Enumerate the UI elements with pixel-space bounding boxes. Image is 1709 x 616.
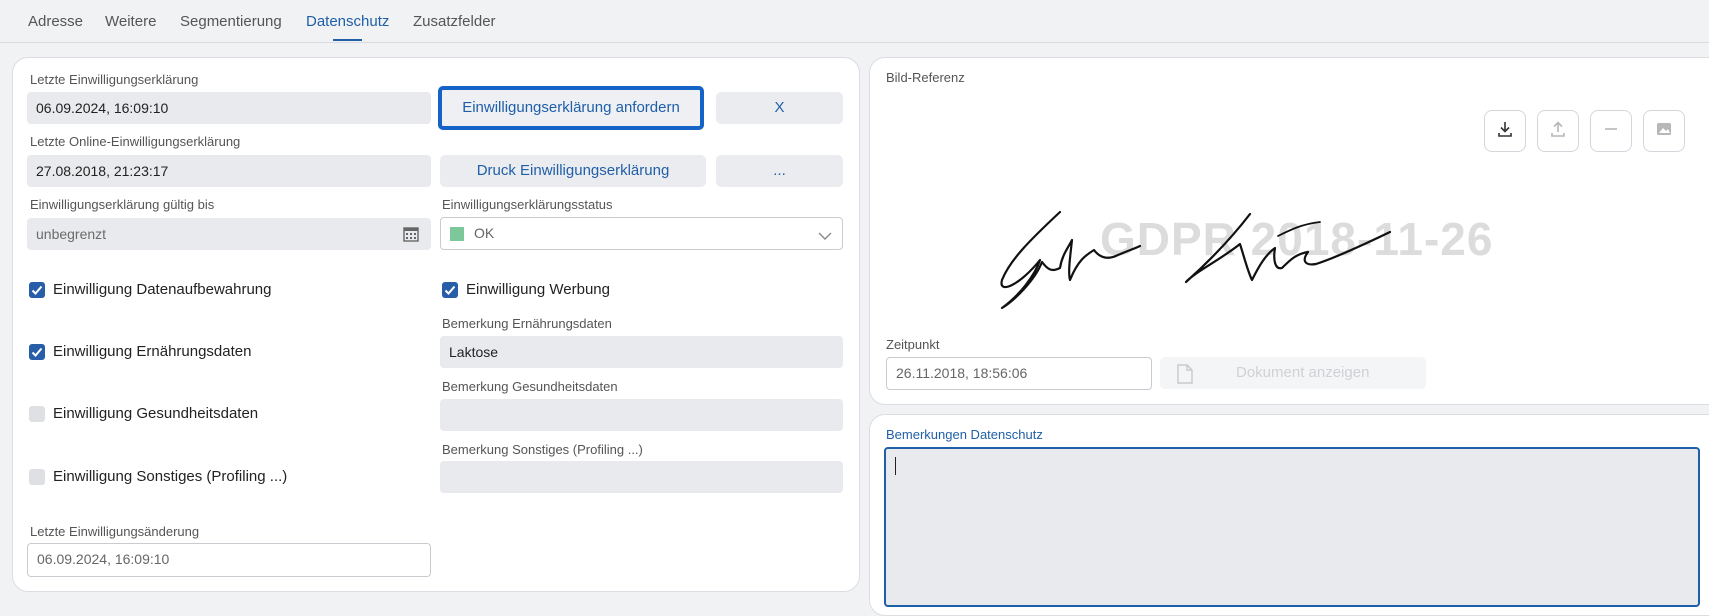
- calendar-icon[interactable]: [403, 226, 419, 242]
- remark-health-label: Bemerkung Gesundheitsdaten: [442, 379, 618, 394]
- time-label: Zeitpunkt: [886, 337, 940, 352]
- handwritten-signature: [1000, 210, 1392, 310]
- remark-nutrition-label: Bemerkung Ernährungsdaten: [442, 316, 612, 331]
- checkbox-datenaufbewahrung[interactable]: [29, 282, 45, 298]
- x-button[interactable]: X: [716, 92, 843, 124]
- request-consent-button[interactable]: Einwilligungserklärung anfordern: [438, 86, 704, 130]
- tab-weitere[interactable]: Weitere: [105, 13, 156, 30]
- download-button[interactable]: [1484, 110, 1526, 152]
- image-reference-label: Bild-Referenz: [886, 70, 965, 85]
- last-consent-field[interactable]: 06.09.2024, 16:09:10: [27, 92, 431, 124]
- more-button[interactable]: ...: [716, 155, 843, 187]
- remark-health-field[interactable]: [440, 399, 843, 431]
- text-cursor: [895, 457, 896, 475]
- tab-segmentierung[interactable]: Segmentierung: [180, 13, 282, 30]
- checkbox-datenaufbewahrung-label: Einwilligung Datenaufbewahrung: [53, 281, 272, 298]
- remark-nutrition-field[interactable]: Laktose: [440, 336, 843, 368]
- checkbox-sonstiges-label: Einwilligung Sonstiges (Profiling ...): [53, 468, 288, 485]
- checkbox-sonstiges[interactable]: [29, 469, 45, 485]
- tab-datenschutz[interactable]: Datenschutz: [306, 13, 389, 30]
- remarks-label: Bemerkungen Datenschutz: [886, 427, 1043, 442]
- remove-button[interactable]: [1590, 110, 1632, 152]
- last-online-consent-label: Letzte Online-Einwilligungserklärung: [30, 134, 241, 149]
- checkbox-gesundheitsdaten[interactable]: [29, 406, 45, 422]
- checkbox-gesundheitsdaten-label: Einwilligung Gesundheitsdaten: [53, 405, 259, 422]
- upload-icon: [1549, 120, 1567, 143]
- tab-bar: Adresse Weitere Segmentierung Datenschut…: [0, 0, 1709, 43]
- status-value: OK: [474, 225, 495, 241]
- checkbox-ernaehrungsdaten-label: Einwilligung Ernährungsdaten: [53, 343, 252, 360]
- tab-zusatzfelder[interactable]: Zusatzfelder: [413, 13, 496, 30]
- checkbox-werbung[interactable]: [442, 282, 458, 298]
- upload-button[interactable]: [1537, 110, 1579, 152]
- image-icon: [1655, 120, 1673, 143]
- last-online-consent-field[interactable]: 27.08.2018, 21:23:17: [27, 155, 431, 187]
- chevron-down-icon: [818, 228, 832, 246]
- image-button[interactable]: [1643, 110, 1685, 152]
- last-change-field[interactable]: 06.09.2024, 16:09:10: [27, 543, 431, 577]
- remark-other-field[interactable]: [440, 461, 843, 493]
- remark-other-label: Bemerkung Sonstiges (Profiling ...): [442, 442, 643, 457]
- remarks-textarea[interactable]: [884, 447, 1700, 607]
- status-color-swatch: [450, 227, 464, 241]
- time-field[interactable]: 26.11.2018, 18:56:06: [886, 357, 1152, 390]
- tab-adresse[interactable]: Adresse: [28, 13, 83, 30]
- document-icon: [1176, 364, 1194, 389]
- download-icon: [1496, 120, 1514, 143]
- consent-status-select[interactable]: OK: [440, 217, 843, 250]
- show-document-button[interactable]: Dokument anzeigen: [1160, 357, 1426, 389]
- show-document-label: Dokument anzeigen: [1236, 364, 1370, 381]
- consent-status-label: Einwilligungserklärungsstatus: [442, 197, 613, 212]
- signature-image: GDPR 2018-11-26: [990, 200, 1510, 320]
- checkbox-werbung-label: Einwilligung Werbung: [466, 281, 610, 298]
- last-change-label: Letzte Einwilligungsänderung: [30, 524, 200, 539]
- minus-icon: [1602, 120, 1620, 143]
- valid-until-field[interactable]: unbegrenzt: [27, 218, 431, 250]
- checkbox-ernaehrungsdaten[interactable]: [29, 344, 45, 360]
- last-consent-label: Letzte Einwilligungserklärung: [30, 72, 199, 87]
- valid-until-label: Einwilligungserklärung gültig bis: [30, 197, 215, 212]
- print-consent-button[interactable]: Druck Einwilligungserklärung: [440, 155, 706, 187]
- active-tab-indicator: [333, 39, 362, 41]
